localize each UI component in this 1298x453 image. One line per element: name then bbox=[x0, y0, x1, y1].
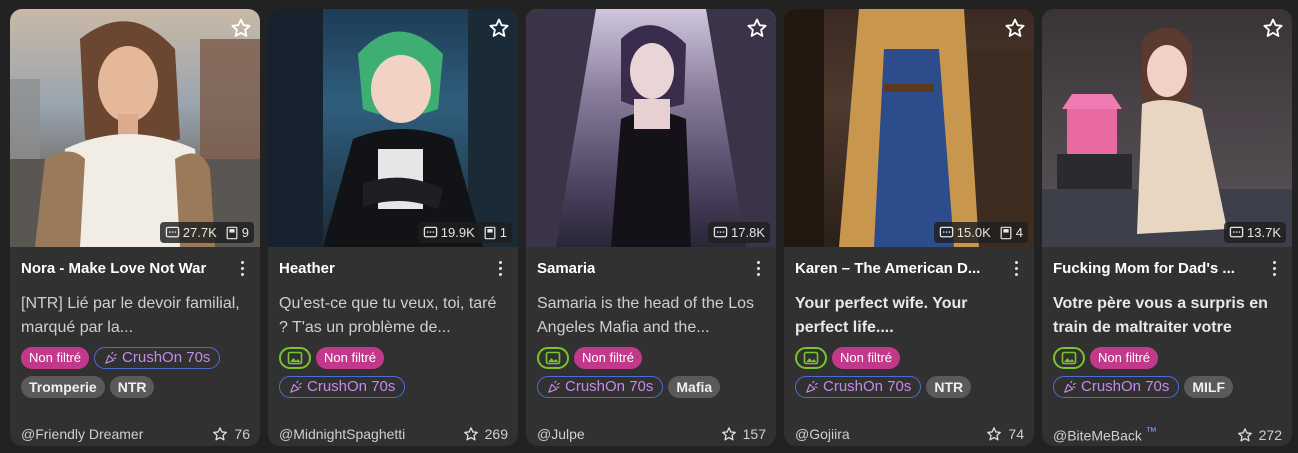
messages-count: 19.9K bbox=[423, 225, 475, 240]
tag-list: Non filtré CrushOn 70s NTR bbox=[795, 347, 1026, 398]
tag-crushon[interactable]: CrushOn 70s bbox=[94, 347, 221, 369]
tag-ntr[interactable]: NTR bbox=[926, 376, 972, 398]
star-outline-icon bbox=[1237, 427, 1253, 443]
party-popper-icon bbox=[104, 351, 118, 365]
chats-count: 9 bbox=[225, 225, 249, 240]
character-image[interactable]: 13.7K bbox=[1042, 9, 1292, 247]
more-vertical-icon[interactable] bbox=[750, 258, 766, 278]
favorite-star-icon[interactable] bbox=[1004, 17, 1026, 39]
tag-list: Non filtré CrushOn 70s Tromperie NTR bbox=[21, 347, 252, 398]
book-icon bbox=[483, 226, 497, 240]
character-card[interactable]: 19.9K 1 Heather Qu'est-ce que tu veux, t… bbox=[268, 9, 518, 446]
party-popper-icon bbox=[805, 380, 819, 394]
image-icon[interactable] bbox=[279, 347, 311, 369]
more-vertical-icon[interactable] bbox=[234, 258, 250, 278]
messages-count: 15.0K bbox=[939, 225, 991, 240]
likes-button[interactable]: 74 bbox=[986, 426, 1024, 442]
chats-count: 1 bbox=[483, 225, 507, 240]
party-popper-icon bbox=[289, 380, 303, 394]
tag-non-filtre[interactable]: Non filtré bbox=[21, 347, 90, 369]
character-description: Your perfect wife. Your perfect life.... bbox=[795, 295, 968, 336]
messages-count: 13.7K bbox=[1229, 225, 1281, 240]
chat-bubble-icon bbox=[165, 225, 180, 240]
tag-non-filtre[interactable]: Non filtré bbox=[316, 347, 385, 369]
character-card[interactable]: 13.7K Fucking Mom for Dad's ... Votre pè… bbox=[1042, 9, 1292, 446]
more-vertical-icon[interactable] bbox=[1008, 258, 1024, 278]
tag-milf[interactable]: MILF bbox=[1184, 376, 1234, 398]
author-link[interactable]: @Julpe bbox=[537, 426, 585, 442]
author-link[interactable]: @Gojiira bbox=[795, 426, 850, 442]
tag-crushon[interactable]: CrushOn 70s bbox=[279, 376, 406, 398]
tag-mafia[interactable]: Mafia bbox=[668, 376, 721, 398]
character-grid: 27.7K 9 Nora - Make Love Not War [NTR] L… bbox=[10, 9, 1292, 446]
image-icon[interactable] bbox=[537, 347, 569, 369]
image-icon[interactable] bbox=[1053, 347, 1085, 369]
character-title[interactable]: Nora - Make Love Not War bbox=[21, 260, 206, 277]
more-vertical-icon[interactable] bbox=[1266, 258, 1282, 278]
party-popper-icon bbox=[1063, 380, 1077, 394]
tag-tromperie[interactable]: Tromperie bbox=[21, 376, 105, 398]
chat-bubble-icon bbox=[423, 225, 438, 240]
character-image[interactable]: 17.8K bbox=[526, 9, 776, 247]
character-image[interactable]: 19.9K 1 bbox=[268, 9, 518, 247]
character-title[interactable]: Fucking Mom for Dad's ... bbox=[1053, 260, 1235, 277]
favorite-star-icon[interactable] bbox=[1262, 17, 1284, 39]
favorite-star-icon[interactable] bbox=[230, 17, 252, 39]
card-stats: 27.7K 9 bbox=[159, 222, 254, 243]
card-stats: 15.0K 4 bbox=[933, 222, 1028, 243]
tag-non-filtre[interactable]: Non filtré bbox=[832, 347, 901, 369]
author-link[interactable]: @Friendly Dreamer bbox=[21, 426, 143, 442]
tag-non-filtre[interactable]: Non filtré bbox=[1090, 347, 1159, 369]
author-link[interactable]: @MidnightSpaghetti bbox=[279, 426, 405, 442]
tag-ntr[interactable]: NTR bbox=[109, 376, 155, 398]
author-badge: ™ bbox=[1145, 426, 1157, 438]
tag-crushon[interactable]: CrushOn 70s bbox=[537, 376, 664, 398]
character-title[interactable]: Samaria bbox=[537, 260, 595, 277]
tag-crushon[interactable]: CrushOn 70s bbox=[795, 376, 922, 398]
book-icon bbox=[999, 226, 1013, 240]
tag-list: Non filtré CrushOn 70s MILF bbox=[1053, 347, 1284, 398]
tag-list: Non filtré CrushOn 70s bbox=[279, 347, 510, 398]
author-link[interactable]: @BiteMeBack ™ bbox=[1053, 426, 1157, 444]
character-description: Samaria is the head of the Los Angeles M… bbox=[537, 295, 755, 336]
messages-count: 27.7K bbox=[165, 225, 217, 240]
character-card[interactable]: 27.7K 9 Nora - Make Love Not War [NTR] L… bbox=[10, 9, 260, 446]
likes-button[interactable]: 76 bbox=[212, 426, 250, 442]
character-image[interactable]: 27.7K 9 bbox=[10, 9, 260, 247]
character-image[interactable]: 15.0K 4 bbox=[784, 9, 1034, 247]
favorite-star-icon[interactable] bbox=[488, 17, 510, 39]
character-description: Votre père vous a surpris en train de ma… bbox=[1053, 295, 1268, 336]
book-icon bbox=[225, 226, 239, 240]
star-outline-icon bbox=[463, 426, 479, 442]
character-description: Qu'est-ce que tu veux, toi, taré ? T'as … bbox=[279, 295, 497, 336]
star-outline-icon bbox=[212, 426, 228, 442]
favorite-star-icon[interactable] bbox=[746, 17, 768, 39]
character-card[interactable]: 17.8K Samaria Samaria is the head of the… bbox=[526, 9, 776, 446]
character-card[interactable]: 15.0K 4 Karen – The American D... Your p… bbox=[784, 9, 1034, 446]
card-stats: 19.9K 1 bbox=[417, 222, 512, 243]
chats-count: 4 bbox=[999, 225, 1023, 240]
chat-bubble-icon bbox=[1229, 225, 1244, 240]
star-outline-icon bbox=[721, 426, 737, 442]
chat-bubble-icon bbox=[713, 225, 728, 240]
star-outline-icon bbox=[986, 426, 1002, 442]
image-icon[interactable] bbox=[795, 347, 827, 369]
chat-bubble-icon bbox=[939, 225, 954, 240]
likes-button[interactable]: 157 bbox=[721, 426, 766, 442]
character-title[interactable]: Karen – The American D... bbox=[795, 260, 980, 277]
tag-non-filtre[interactable]: Non filtré bbox=[574, 347, 643, 369]
card-stats: 13.7K bbox=[1224, 222, 1286, 243]
character-title[interactable]: Heather bbox=[279, 260, 335, 277]
tag-crushon[interactable]: CrushOn 70s bbox=[1053, 376, 1180, 398]
character-description: [NTR] Lié par le devoir familial, marqué… bbox=[21, 295, 240, 336]
tag-list: Non filtré CrushOn 70s Mafia bbox=[537, 347, 768, 398]
card-stats: 17.8K bbox=[708, 222, 770, 243]
likes-button[interactable]: 269 bbox=[463, 426, 508, 442]
more-vertical-icon[interactable] bbox=[492, 258, 508, 278]
messages-count: 17.8K bbox=[713, 225, 765, 240]
likes-button[interactable]: 272 bbox=[1237, 427, 1282, 443]
party-popper-icon bbox=[547, 380, 561, 394]
